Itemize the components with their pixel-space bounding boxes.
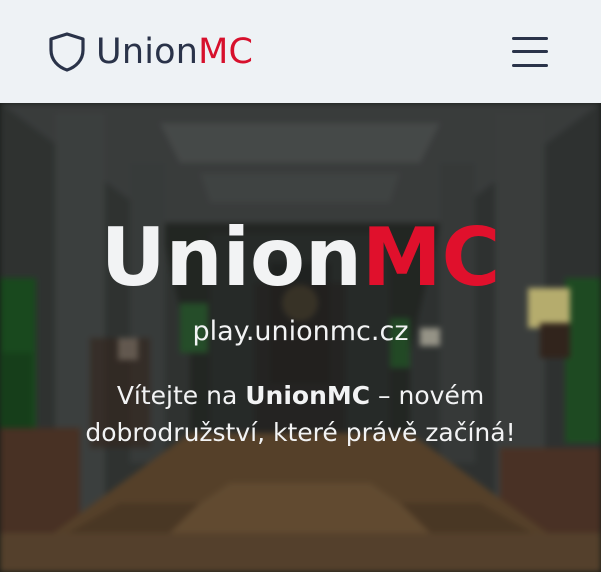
server-ip[interactable]: play.unionmc.cz <box>0 316 601 347</box>
hero-title-accent: MC <box>361 211 501 304</box>
brand-logo-link[interactable]: UnionMC <box>46 31 253 73</box>
hero-title: UnionMC <box>0 213 601 303</box>
hero-section: UnionMC play.unionmc.cz Vítejte na Union… <box>0 103 601 572</box>
shield-icon <box>49 31 85 72</box>
hero-title-primary: Union <box>100 211 362 304</box>
navbar: UnionMC <box>0 0 601 103</box>
welcome-prefix: Vítejte na <box>116 381 246 410</box>
menu-line-bottom <box>512 63 548 67</box>
menu-line-top <box>512 36 548 40</box>
brand-name-primary: Union <box>96 31 199 72</box>
menu-line-middle <box>512 50 548 53</box>
welcome-text: Vítejte na UnionMC – novém dobrodružství… <box>40 377 561 451</box>
brand-name: UnionMC <box>96 32 253 72</box>
brand-name-accent: MC <box>198 31 254 72</box>
welcome-brand: UnionMC <box>245 381 371 410</box>
hamburger-menu-icon[interactable] <box>512 36 548 67</box>
